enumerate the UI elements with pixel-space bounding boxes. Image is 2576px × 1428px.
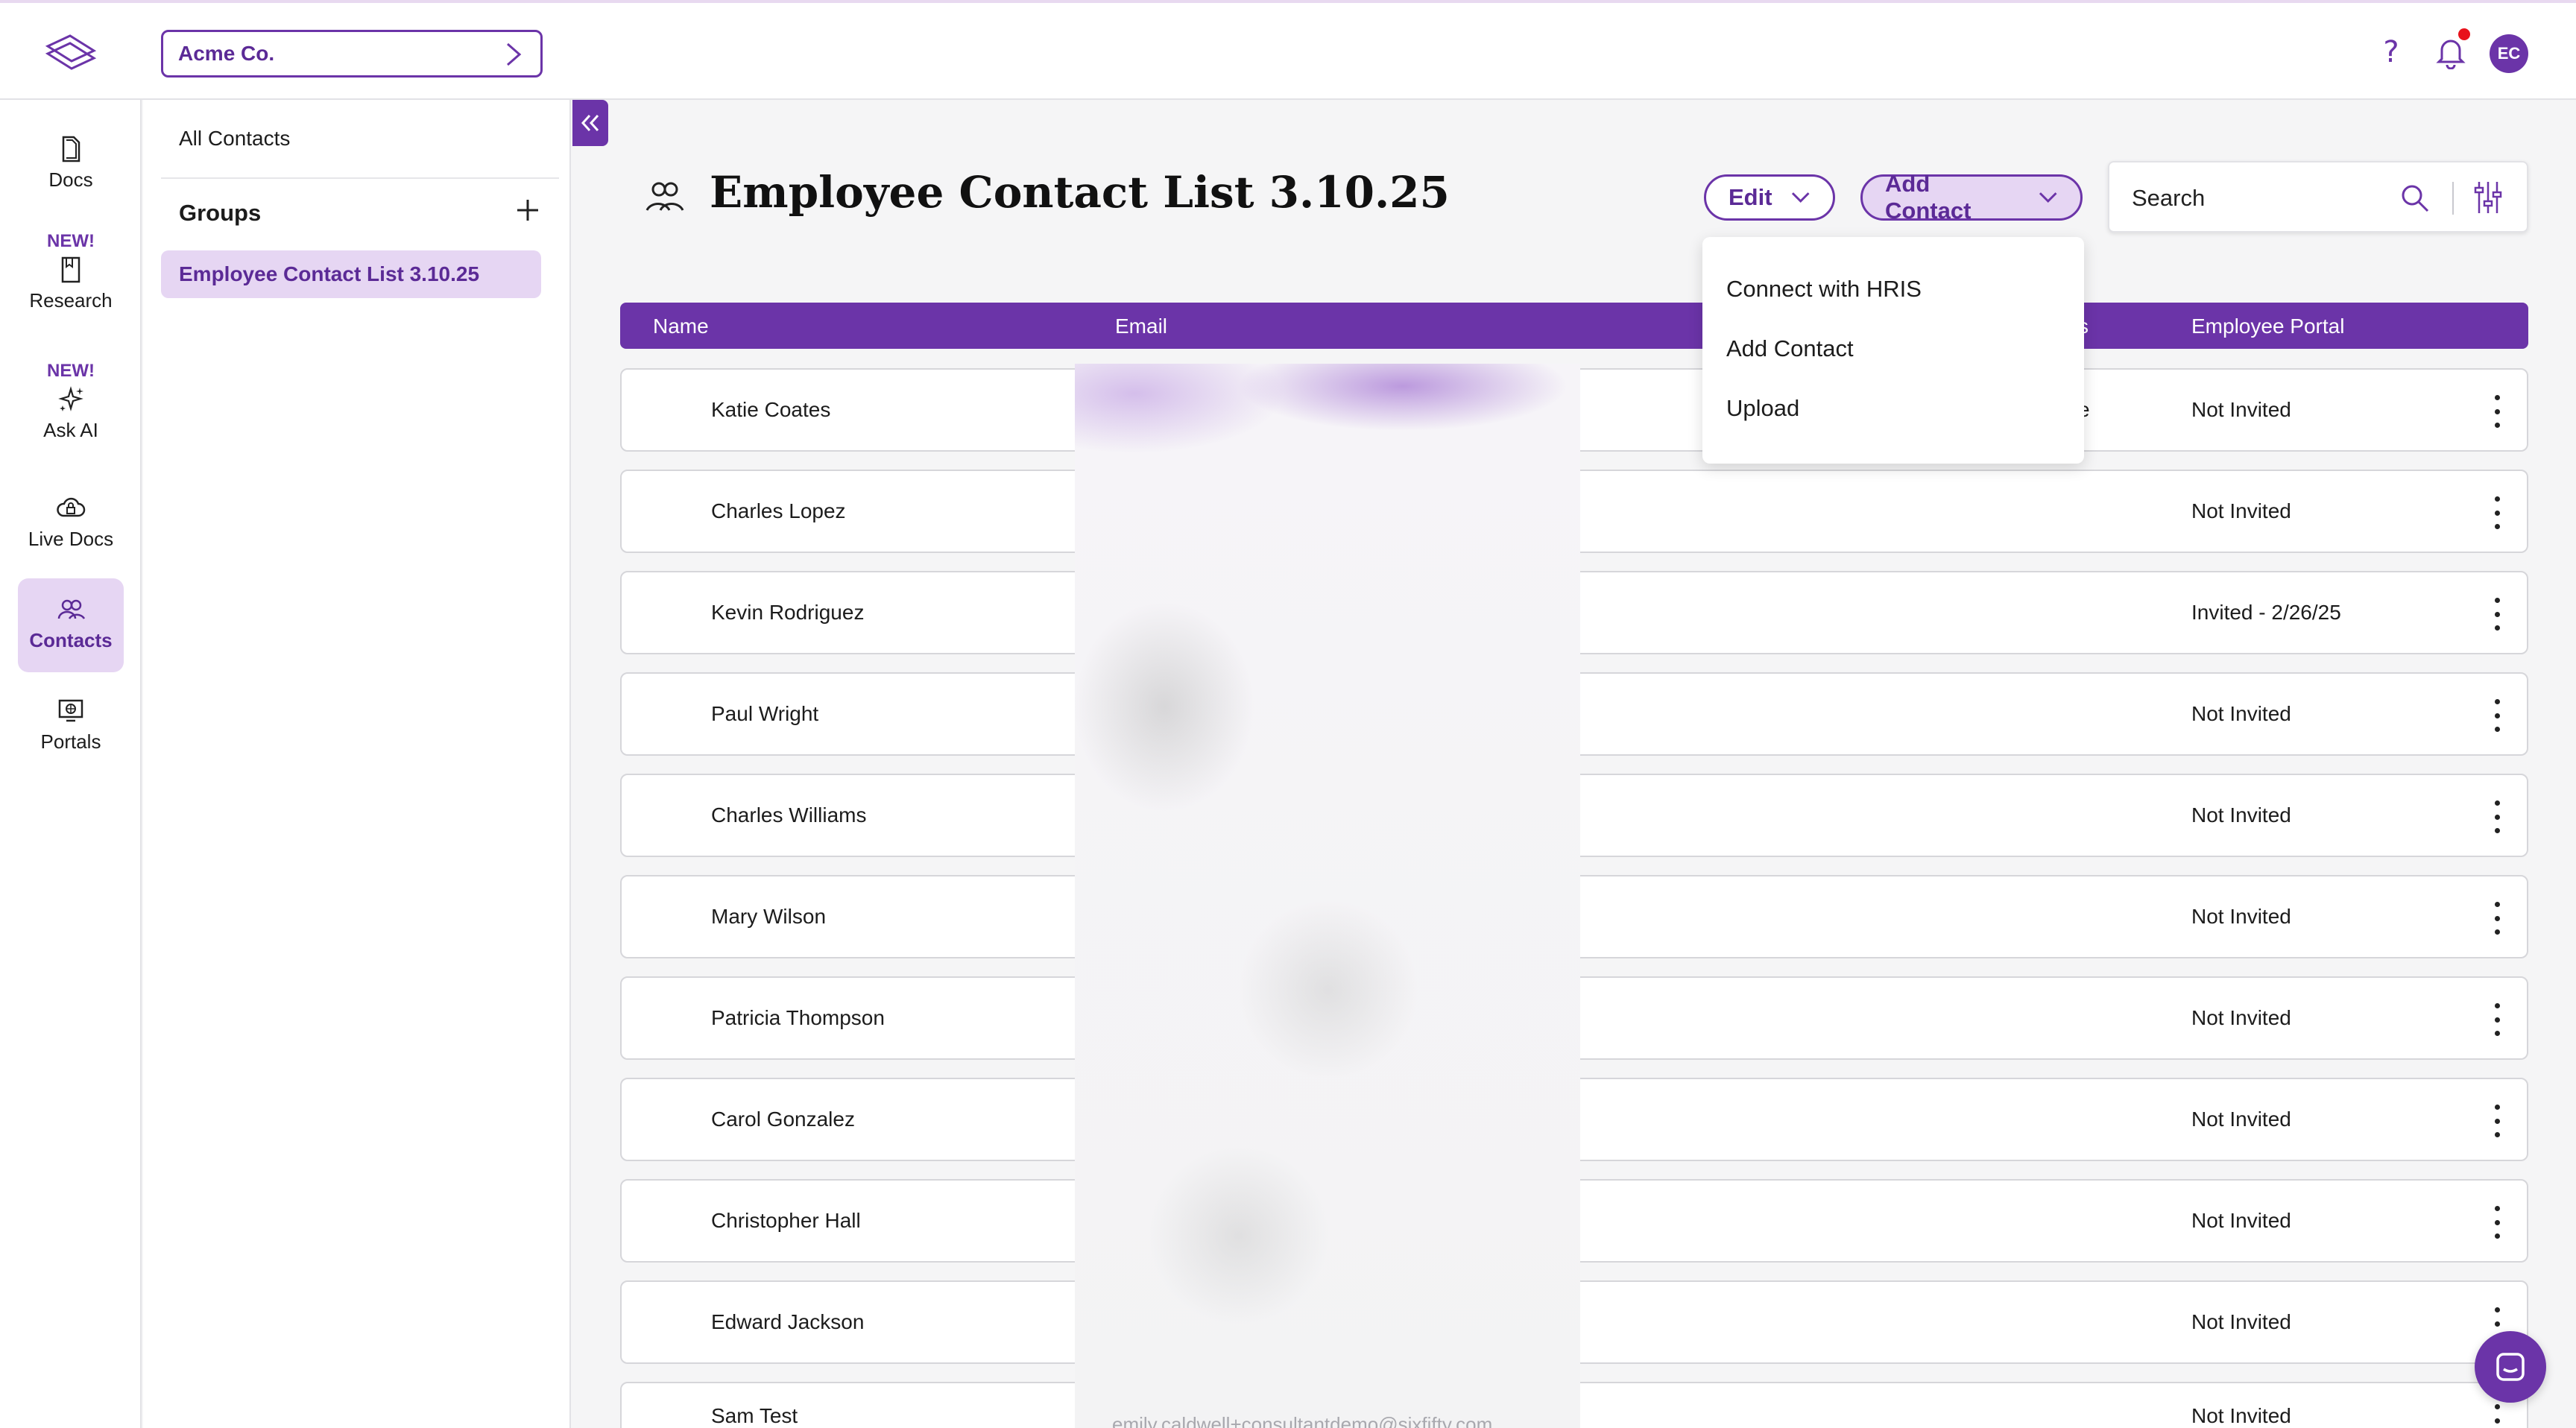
contact-name: Mary Wilson <box>711 905 827 928</box>
portal-status: Not Invited <box>2191 905 2291 928</box>
group-item-label: Employee Contact List 3.10.25 <box>179 262 480 285</box>
row-menu-icon[interactable] <box>2491 1206 2503 1239</box>
document-icon <box>62 136 80 162</box>
add-contact-menu: Connect with HRIS Add Contact Upload <box>1702 237 2084 464</box>
company-selector[interactable]: Acme Co. <box>161 30 543 78</box>
search-divider <box>2452 182 2454 215</box>
avatar[interactable]: EC <box>2490 34 2528 73</box>
groups-heading: Groups <box>179 200 262 226</box>
add-contact-button-label: Add Contact <box>1885 171 1972 224</box>
panel-divider <box>161 177 559 179</box>
contact-name: Patricia Thompson <box>711 1006 885 1029</box>
cloud-lock-icon <box>57 497 86 517</box>
contact-name: Sam Test <box>711 1404 798 1427</box>
nav-item-ask-ai[interactable]: NEW! Ask AI <box>18 361 124 458</box>
contact-name: Charles Williams <box>711 803 867 827</box>
portal-icon <box>58 699 83 722</box>
menu-item-add-contact[interactable]: Add Contact <box>1726 335 1854 362</box>
contact-name: Kevin Rodriguez <box>711 601 865 624</box>
search-box <box>2108 161 2528 233</box>
chevron-down-icon <box>1791 192 1810 203</box>
row-menu-icon[interactable] <box>2491 1003 2503 1036</box>
add-contact-button[interactable]: Add Contact <box>1860 171 2083 224</box>
nav-item-contacts[interactable]: Contacts <box>18 578 124 672</box>
chat-icon <box>2496 1353 2525 1381</box>
nav-item-docs[interactable]: Docs <box>18 134 124 201</box>
portal-status: Not Invited <box>2191 1006 2291 1029</box>
help-glyph: ? <box>2383 35 2399 69</box>
column-header-email[interactable]: Email <box>1115 315 1167 338</box>
filter-sliders-icon[interactable] <box>2472 179 2504 216</box>
notification-badge <box>2458 28 2470 40</box>
new-badge: NEW! <box>47 231 95 251</box>
nav-label-portals: Portals <box>40 730 101 753</box>
top-bar: Acme Co. ? EC <box>0 0 2576 100</box>
app-logo-icon[interactable] <box>42 31 98 75</box>
chevron-down-icon <box>2039 192 2057 203</box>
row-menu-icon[interactable] <box>2491 395 2503 428</box>
contact-name: Katie Coates <box>711 398 831 421</box>
portal-status: Not Invited <box>2191 1310 2291 1333</box>
contact-name: Paul Wright <box>711 702 819 725</box>
contact-email: emily.caldwell+consultantdemo@sixfifty.c… <box>1112 1413 1493 1428</box>
group-item-employee-contact-list[interactable]: Employee Contact List 3.10.25 <box>161 250 541 298</box>
nav-label-live-docs: Live Docs <box>28 528 114 550</box>
menu-item-connect-hris[interactable]: Connect with HRIS <box>1726 276 1922 303</box>
add-group-icon[interactable] <box>513 195 543 225</box>
nav-item-research[interactable]: NEW! Research <box>18 231 124 328</box>
left-nav: Docs NEW! Research NEW! Ask AI Live Docs <box>0 100 142 1428</box>
row-menu-icon[interactable] <box>2491 902 2503 935</box>
nav-label-docs: Docs <box>48 168 93 191</box>
table-header: Name Email s Employee Portal <box>620 303 2528 349</box>
edit-button[interactable]: Edit <box>1704 174 1835 221</box>
row-menu-icon[interactable] <box>2491 496 2503 529</box>
all-contacts-link[interactable]: All Contacts <box>179 127 290 151</box>
portal-status: Not Invited <box>2191 398 2291 421</box>
company-name: Acme Co. <box>178 42 275 65</box>
nav-label-contacts: Contacts <box>29 629 113 651</box>
search-icon[interactable] <box>2399 182 2431 215</box>
contact-name: Charles Lopez <box>711 499 846 522</box>
nav-label-research: Research <box>29 289 113 312</box>
nav-item-live-docs[interactable]: Live Docs <box>18 493 124 565</box>
chat-launcher-button[interactable] <box>2475 1331 2546 1403</box>
avatar-initials: EC <box>2497 44 2521 63</box>
menu-item-upload[interactable]: Upload <box>1726 395 1799 422</box>
help-icon[interactable]: ? <box>2370 31 2412 73</box>
nav-label-ask-ai: Ask AI <box>43 419 98 441</box>
double-chevron-left-icon <box>581 114 599 132</box>
search-input[interactable] <box>2132 183 2385 213</box>
nav-item-portals[interactable]: Portals <box>18 696 124 768</box>
portal-status: Not Invited <box>2191 1108 2291 1131</box>
portal-status: Not Invited <box>2191 803 2291 827</box>
portal-status: Not Invited <box>2191 1209 2291 1232</box>
row-menu-icon[interactable] <box>2491 699 2503 732</box>
new-badge: NEW! <box>47 361 95 381</box>
contact-name: Edward Jackson <box>711 1310 865 1333</box>
portal-status: Not Invited <box>2191 1404 2291 1427</box>
column-header-name[interactable]: Name <box>653 315 709 338</box>
page-title: Employee Contact List 3.10.25 <box>710 167 1450 218</box>
row-menu-icon[interactable] <box>2491 1404 2503 1428</box>
edit-button-label: Edit <box>1729 184 1772 210</box>
row-menu-icon[interactable] <box>2491 598 2503 631</box>
contact-name: Christopher Hall <box>711 1209 861 1232</box>
people-icon <box>57 599 86 619</box>
column-header-employee-portal[interactable]: Employee Portal <box>2191 315 2344 338</box>
sparkles-icon <box>58 386 83 411</box>
groups-panel: All Contacts Groups Employee Contact Lis… <box>143 100 571 1428</box>
redacted-email-column <box>1075 364 1580 1428</box>
contact-name: Carol Gonzalez <box>711 1108 855 1131</box>
people-icon <box>645 182 684 211</box>
collapse-panel-button[interactable] <box>572 100 608 146</box>
portal-status: Not Invited <box>2191 702 2291 725</box>
row-menu-icon[interactable] <box>2491 1105 2503 1137</box>
row-menu-icon[interactable] <box>2491 800 2503 833</box>
portal-status: Not Invited <box>2191 499 2291 522</box>
book-icon <box>61 256 80 283</box>
chevron-right-icon <box>507 42 522 66</box>
portal-status: Invited - 2/26/25 <box>2191 601 2341 624</box>
